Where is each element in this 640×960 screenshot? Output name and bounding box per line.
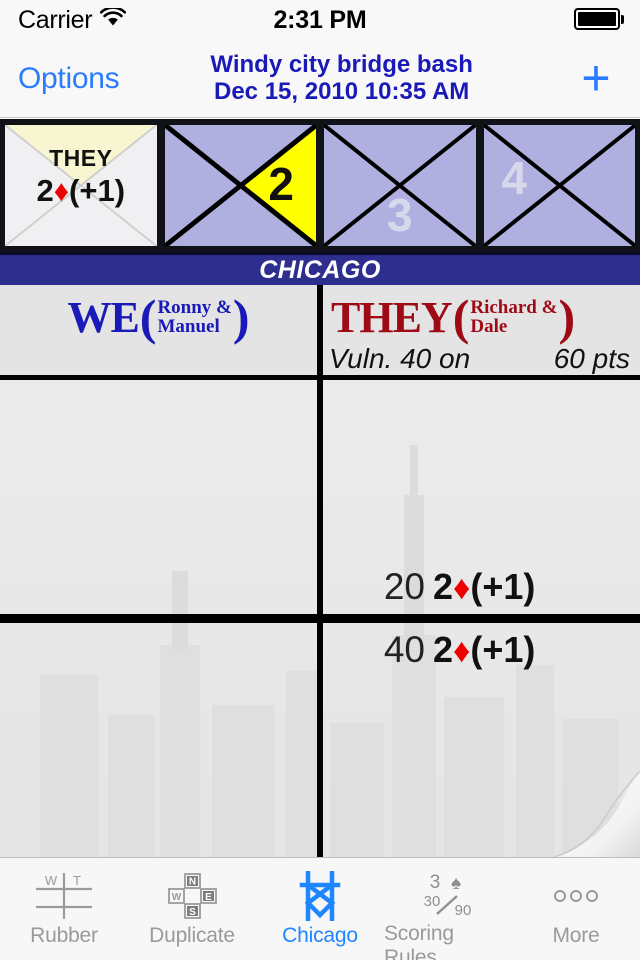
tab-scoring-rules[interactable]: 3 ♠ 30 90 Scoring Rules: [384, 858, 512, 960]
they-team-header[interactable]: THEY ( Richard & Dale ): [323, 287, 640, 347]
deal-card-1-declarer: THEY: [49, 145, 113, 171]
we-title: WE: [67, 292, 139, 342]
they-paren-close: ): [558, 288, 576, 345]
status-bar: Carrier 2:31 PM: [0, 0, 640, 40]
deal-card-2-number: 2: [268, 158, 294, 210]
bridge-tower-icon: [294, 870, 346, 922]
tab-scoring-rules-label: Scoring Rules: [384, 922, 454, 960]
diamond-icon: ♦: [453, 569, 471, 607]
deal-card-4-number: 4: [501, 152, 528, 204]
they-score-entry-1[interactable]: 20 2♦(+1): [323, 562, 640, 612]
they-score-level-2: 2: [433, 629, 454, 670]
svg-text:W: W: [45, 873, 58, 888]
we-paren-close: ): [232, 288, 250, 345]
ellipsis-icon: [546, 870, 606, 922]
compass-nwes-icon: N W E S: [163, 870, 221, 922]
deal-card-3-number: 3: [386, 189, 413, 241]
we-paren-open: (: [139, 288, 157, 345]
tab-bar: W T Rubber N W E S Duplicate Chicago 3 ♠…: [0, 857, 640, 960]
they-players: Richard & Dale: [470, 296, 558, 337]
svg-text:♠: ♠: [451, 873, 461, 894]
svg-text:3: 3: [430, 872, 441, 893]
deal-card-4[interactable]: 4: [480, 122, 638, 249]
svg-text:E: E: [205, 892, 212, 903]
they-player-line1: Richard &: [470, 296, 558, 318]
scoring-rules-icon: 3 ♠ 30 90: [413, 870, 483, 920]
we-score-column[interactable]: [0, 380, 317, 857]
page-title: Windy city bridge bash Dec 15, 2010 10:3…: [119, 50, 564, 106]
diamond-icon: ♦: [453, 632, 471, 670]
they-score-level-1: 2: [433, 566, 454, 607]
they-score-contract-2: 2♦(+1): [433, 629, 535, 671]
game-mode-label: CHICAGO: [259, 255, 381, 284]
they-title: THEY: [331, 292, 453, 342]
page-title-date: Dec 15, 2010 10:35 AM: [214, 77, 470, 105]
they-paren-open: (: [452, 288, 470, 345]
navigation-bar: Options Windy city bridge bash Dec 15, 2…: [0, 40, 640, 118]
svg-text:T: T: [73, 873, 81, 888]
deal-card-1-result: (+1): [69, 173, 126, 208]
rubber-grid-icon: W T: [32, 870, 96, 922]
tab-more-label: More: [552, 924, 600, 947]
they-score-result-1: (+1): [470, 566, 536, 607]
svg-text:N: N: [189, 877, 196, 888]
tab-chicago-label: Chicago: [282, 924, 358, 947]
page-curl-icon[interactable]: [548, 770, 640, 857]
they-score-result-2: (+1): [470, 629, 536, 670]
we-players: Ronny & Manuel: [157, 296, 232, 337]
page-title-name: Windy city bridge bash: [210, 50, 473, 78]
battery-icon: [573, 8, 624, 30]
we-team-header[interactable]: WE ( Ronny & Manuel ): [0, 287, 317, 347]
tab-more[interactable]: More: [512, 858, 640, 960]
deal-card-2[interactable]: 2: [161, 122, 319, 249]
tab-duplicate[interactable]: N W E S Duplicate: [128, 858, 256, 960]
they-score-points-2: 40: [383, 629, 425, 670]
svg-text:W: W: [172, 892, 182, 903]
they-player-line2: Dale: [470, 316, 508, 337]
add-button[interactable]: +: [564, 53, 628, 103]
app-root: Carrier 2:31 PM Options Windy city bridg…: [0, 0, 640, 960]
deal-cards-strip: THEY 2♦(+1) 2 3 4: [0, 119, 640, 252]
status-bar-clock: 2:31 PM: [273, 5, 367, 34]
tab-rubber-label: Rubber: [30, 924, 98, 947]
deal-card-1[interactable]: THEY 2♦(+1): [2, 122, 160, 249]
vuln-text: Vuln. 40 on: [329, 343, 471, 374]
they-score-points-1: 20: [383, 566, 425, 607]
vulnerability-status: Vuln. 40 on 60 pts: [323, 343, 640, 375]
tab-rubber[interactable]: W T Rubber: [0, 858, 128, 960]
tab-duplicate-label: Duplicate: [149, 924, 235, 947]
deal-card-1-contract: 2♦(+1): [5, 173, 157, 209]
they-score-entry-2[interactable]: 40 2♦(+1): [323, 625, 640, 675]
game-mode-banner: CHICAGO: [0, 252, 640, 285]
we-player-line1: Ronny &: [157, 296, 232, 318]
team-header: WE ( Ronny & Manuel ) THEY ( Richard & D…: [0, 285, 640, 621]
deal-card-1-level: 2: [36, 173, 54, 208]
diamond-icon: ♦: [53, 175, 70, 208]
tab-chicago[interactable]: Chicago: [256, 858, 384, 960]
options-button[interactable]: Options: [18, 62, 120, 96]
score-sheet: 20 2♦(+1) 40 2♦(+1): [0, 375, 640, 857]
deal-card-3[interactable]: 3: [321, 122, 479, 249]
points-text: 60 pts: [553, 343, 630, 374]
we-player-line2: Manuel: [157, 316, 220, 337]
svg-text:30: 30: [424, 893, 441, 910]
svg-text:S: S: [189, 907, 196, 918]
they-score-contract-1: 2♦(+1): [433, 566, 535, 608]
svg-text:90: 90: [455, 902, 472, 919]
